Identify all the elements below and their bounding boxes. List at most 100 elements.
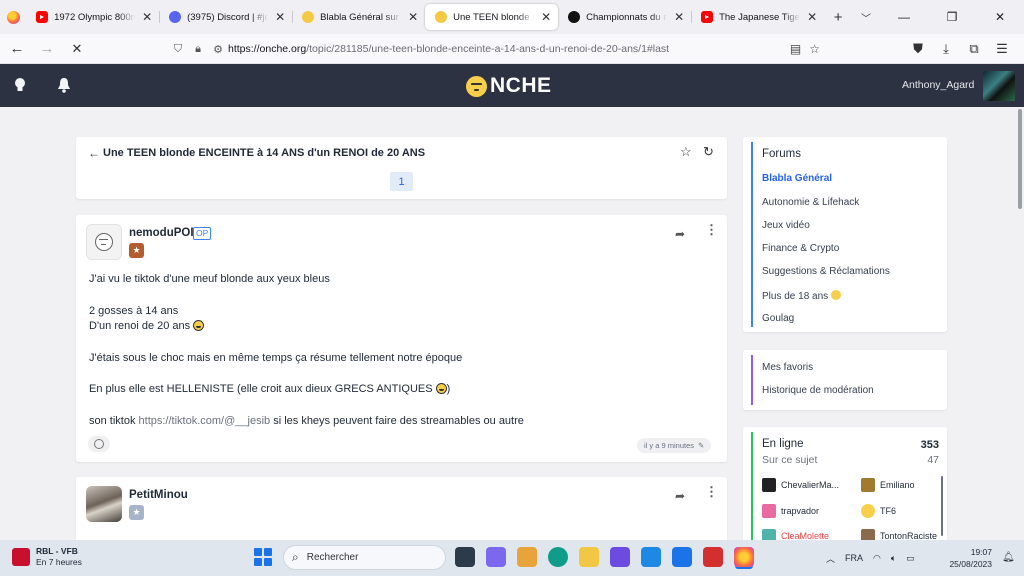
back-arrow-icon[interactable]: ← <box>88 146 100 160</box>
forum-link-blabla[interactable]: Blabla Général <box>762 173 832 184</box>
online-user[interactable]: Emiliano <box>861 478 915 492</box>
forum-link-18-plus[interactable]: Plus de 18 ans <box>762 290 841 302</box>
online-username: trapvador <box>781 506 820 516</box>
forum-link-finance[interactable]: Finance & Crypto <box>762 243 839 254</box>
edge-icon[interactable] <box>548 547 568 567</box>
browser-tab[interactable]: The Japanese Tiger Tan ✕ <box>691 4 824 30</box>
copilot-icon[interactable] <box>610 547 630 567</box>
page-scrollbar[interactable] <box>1018 107 1022 540</box>
post-text: son tiktok <box>89 414 139 427</box>
teams-icon[interactable] <box>486 547 506 567</box>
news-widget[interactable]: RBL - VFB En 7 heures <box>12 546 82 568</box>
post: PetitMinou ★ ➦ ⋮ <box>76 477 727 540</box>
extensions-icon[interactable]: ⧉ <box>960 41 988 57</box>
avatar[interactable] <box>86 224 122 260</box>
downloads-icon[interactable]: ⤓ <box>932 41 960 57</box>
youtube-icon <box>36 11 49 23</box>
store-icon[interactable] <box>517 547 537 567</box>
post-link[interactable]: https://tiktok.com/@__jesib <box>139 415 271 427</box>
browser-tab[interactable]: 1972 Olympic 800m Fin ✕ <box>26 4 159 30</box>
username[interactable]: Anthony_Agard <box>902 79 974 91</box>
file-explorer-icon[interactable] <box>579 547 599 567</box>
moderation-history-link[interactable]: Historique de modération <box>762 385 874 396</box>
molotov-icon[interactable] <box>641 547 661 567</box>
onche-logo[interactable]: NCHE <box>466 74 552 98</box>
taskbar: RBL - VFB En 7 heures ⌕ Rechercher ︿ FRA… <box>0 540 1024 576</box>
forum-link-jeux-video[interactable]: Jeux vidéo <box>762 220 810 231</box>
wink-emoji-icon <box>830 290 841 300</box>
close-icon[interactable]: ✕ <box>673 10 685 24</box>
browser-tab-active[interactable]: Une TEEN blonde ENC ✕ <box>425 4 559 30</box>
tab-list-chevron-icon[interactable]: ﹀ <box>852 4 880 30</box>
online-user[interactable]: TF6 <box>861 504 896 518</box>
browser-tab[interactable]: Blabla Général sur Onc ✕ <box>292 4 425 30</box>
close-icon[interactable]: ✕ <box>407 10 419 24</box>
permissions-icon[interactable]: ⚙ <box>208 43 228 56</box>
close-window-icon[interactable]: ✕ <box>976 0 1024 34</box>
post-author[interactable]: PetitMinou <box>129 489 188 501</box>
tlc-icon[interactable] <box>703 547 723 567</box>
more-vertical-icon[interactable]: ⋮ <box>705 223 718 236</box>
online-title: En ligne <box>762 438 804 450</box>
online-user[interactable]: CleaMolette <box>762 529 829 540</box>
online-list-scrollbar[interactable] <box>941 476 943 536</box>
bookmark-star-icon[interactable]: ☆ <box>809 42 820 56</box>
minimize-icon[interactable]: — <box>880 0 928 34</box>
favorites-link[interactable]: Mes favoris <box>762 362 813 373</box>
more-vertical-icon[interactable]: ⋮ <box>705 485 718 498</box>
volume-icon[interactable]: 🔈︎ <box>891 553 896 564</box>
shield-icon[interactable]: ⛉ <box>168 43 188 56</box>
online-user[interactable]: trapvador <box>762 504 819 518</box>
reader-view-icon[interactable]: ▤ <box>790 42 801 56</box>
close-icon[interactable]: ✕ <box>141 10 153 24</box>
share-icon[interactable]: ➦ <box>675 227 685 241</box>
new-tab-button[interactable]: + <box>824 4 852 30</box>
favorites-list: Mes favoris Historique de modération <box>751 355 874 405</box>
user-avatar-mini <box>861 529 875 540</box>
close-icon[interactable]: ✕ <box>274 10 286 24</box>
clock[interactable]: 19:07 25/08/2023 <box>946 546 992 570</box>
online-user[interactable]: ChevalierMa... <box>762 478 839 492</box>
firefox-taskbar-icon[interactable] <box>734 547 754 567</box>
stop-loading-icon[interactable]: ✕ <box>62 34 92 64</box>
language-indicator[interactable]: FRA <box>845 553 863 563</box>
tab-title: 1972 Olympic 800m Fin <box>54 11 136 23</box>
lock-icon[interactable]: 🔒︎ <box>188 43 208 56</box>
forward-icon[interactable]: → <box>32 34 62 64</box>
back-icon[interactable]: ← <box>2 34 32 64</box>
pocket-icon[interactable]: ⛊ <box>904 41 932 57</box>
forum-link-goulag[interactable]: Goulag <box>762 313 794 324</box>
avatar[interactable] <box>86 486 122 522</box>
pagination-page[interactable]: 1 <box>390 172 413 191</box>
browser-tab[interactable]: Championnats du mo ✕ <box>558 4 691 30</box>
post-text: D'un renoi de 20 ans <box>89 320 191 332</box>
add-reaction-button[interactable] <box>88 436 110 452</box>
notification-bell-icon[interactable]: 🔔︎ <box>1002 552 1015 563</box>
windows-start-icon[interactable] <box>254 548 272 566</box>
taskbar-search[interactable]: ⌕ Rechercher <box>283 545 446 570</box>
mail-icon[interactable] <box>672 547 692 567</box>
star-icon[interactable]: ☆ <box>680 144 692 160</box>
wifi-icon[interactable]: ◠ <box>873 553 881 564</box>
online-user[interactable]: TontonRaciste <box>861 529 937 540</box>
post-author[interactable]: nemoduPOI <box>129 227 194 239</box>
close-icon[interactable]: ✕ <box>540 10 552 24</box>
forum-link-autonomie[interactable]: Autonomie & Lifehack <box>762 197 859 208</box>
firefox-menu-button[interactable] <box>0 0 26 34</box>
tray-chevron-up-icon[interactable]: ︿ <box>826 552 835 565</box>
forum-link-suggestions[interactable]: Suggestions & Réclamations <box>762 266 890 277</box>
lightbulb-icon[interactable] <box>14 77 26 93</box>
url-bar[interactable]: ⛉ 🔒︎ ⚙ https://onche.org/topic/281185/un… <box>168 38 824 60</box>
task-view-icon[interactable] <box>455 547 475 567</box>
refresh-icon[interactable]: ↻ <box>703 144 714 160</box>
browser-tab[interactable]: (3975) Discord | #jeux ✕ <box>159 4 292 30</box>
bell-icon[interactable] <box>57 77 71 93</box>
post-text: si les kheys peuvent faire des streamabl… <box>270 414 524 427</box>
close-icon[interactable]: ✕ <box>806 10 818 24</box>
restore-icon[interactable]: ❐ <box>928 0 976 34</box>
tab-title: The Japanese Tiger Tan <box>719 11 800 23</box>
user-avatar[interactable] <box>983 71 1015 101</box>
hamburger-menu-icon[interactable]: ☰ <box>988 41 1016 57</box>
share-icon[interactable]: ➦ <box>675 489 685 503</box>
battery-icon[interactable]: ▭ <box>906 553 915 564</box>
